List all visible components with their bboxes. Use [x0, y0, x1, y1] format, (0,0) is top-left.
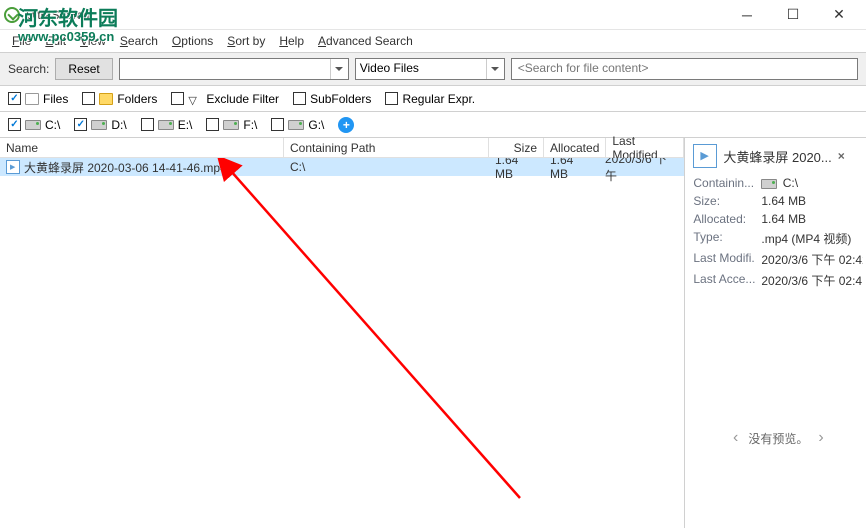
annotation-arrow: [0, 158, 684, 528]
regex-checkbox[interactable]: Regular Expr.: [385, 92, 475, 106]
subfolders-checkbox[interactable]: SubFolders: [293, 92, 371, 106]
exclude-checkbox[interactable]: Exclude Filter: [171, 92, 279, 106]
search-input[interactable]: [119, 58, 349, 80]
column-path[interactable]: Containing Path: [284, 138, 489, 157]
filterbar: Files Folders Exclude Filter SubFolders …: [0, 86, 866, 112]
main-area: Name Containing Path Size Allocated Last…: [0, 138, 866, 528]
menubar: File Edit View Search Options Sort by He…: [0, 30, 866, 52]
search-label: Search:: [8, 62, 49, 76]
maximize-button[interactable]: ☐: [770, 0, 816, 30]
details-pane: 大黄蜂录屏 2020... × Containin... C:\ Size:1.…: [685, 138, 866, 528]
add-drive-button[interactable]: +: [338, 117, 354, 133]
preview-area: ‹ 没有预览。 ›: [693, 429, 863, 447]
drive-d-checkbox[interactable]: D:\: [74, 118, 126, 132]
searchbar: Search: Reset Video Files <Search for fi…: [0, 52, 866, 86]
preview-next-button[interactable]: ›: [812, 429, 829, 447]
results-pane: Name Containing Path Size Allocated Last…: [0, 138, 685, 528]
drive-e-checkbox[interactable]: E:\: [141, 118, 193, 132]
window-controls: ─ ☐ ✕: [724, 0, 862, 30]
app-icon: [4, 7, 20, 23]
app-title: UltraSearch: [26, 8, 89, 22]
preview-prev-button[interactable]: ‹: [727, 429, 744, 447]
drive-g-checkbox[interactable]: G:\: [271, 118, 324, 132]
menu-file[interactable]: File: [6, 32, 37, 50]
drivebar: C:\ D:\ E:\ F:\ G:\ +: [0, 112, 866, 138]
results-body: 大黄蜂录屏 2020-03-06 14-41-46.mp4 C:\ 1.64 M…: [0, 158, 684, 528]
chevron-down-icon[interactable]: [486, 59, 504, 79]
column-allocated[interactable]: Allocated: [544, 138, 606, 157]
detail-title: 大黄蜂录屏 2020...: [723, 147, 831, 166]
menu-help[interactable]: Help: [273, 32, 310, 50]
menu-options[interactable]: Options: [166, 32, 219, 50]
column-name[interactable]: Name: [0, 138, 284, 157]
minimize-button[interactable]: ─: [724, 0, 770, 30]
column-modified[interactable]: Last Modified: [606, 138, 684, 157]
chevron-down-icon[interactable]: [330, 59, 348, 79]
filetype-select[interactable]: Video Files: [355, 58, 505, 80]
table-row[interactable]: 大黄蜂录屏 2020-03-06 14-41-46.mp4 C:\ 1.64 M…: [0, 158, 684, 176]
folders-checkbox[interactable]: Folders: [82, 92, 157, 106]
menu-edit[interactable]: Edit: [39, 32, 72, 50]
menu-advanced[interactable]: Advanced Search: [312, 32, 419, 50]
video-file-icon: [693, 144, 717, 168]
video-file-icon: [6, 160, 20, 174]
close-details-button[interactable]: ×: [838, 149, 845, 163]
files-checkbox[interactable]: Files: [8, 92, 68, 106]
content-search-input[interactable]: <Search for file content>: [511, 58, 858, 80]
close-button[interactable]: ✕: [816, 0, 862, 30]
menu-sortby[interactable]: Sort by: [221, 32, 271, 50]
menu-search[interactable]: Search: [114, 32, 164, 50]
titlebar: UltraSearch ─ ☐ ✕: [0, 0, 866, 30]
menu-view[interactable]: View: [74, 32, 112, 50]
drive-c-checkbox[interactable]: C:\: [8, 118, 60, 132]
reset-button[interactable]: Reset: [55, 58, 112, 80]
results-header: Name Containing Path Size Allocated Last…: [0, 138, 684, 158]
column-size[interactable]: Size: [489, 138, 544, 157]
drive-f-checkbox[interactable]: F:\: [206, 118, 257, 132]
